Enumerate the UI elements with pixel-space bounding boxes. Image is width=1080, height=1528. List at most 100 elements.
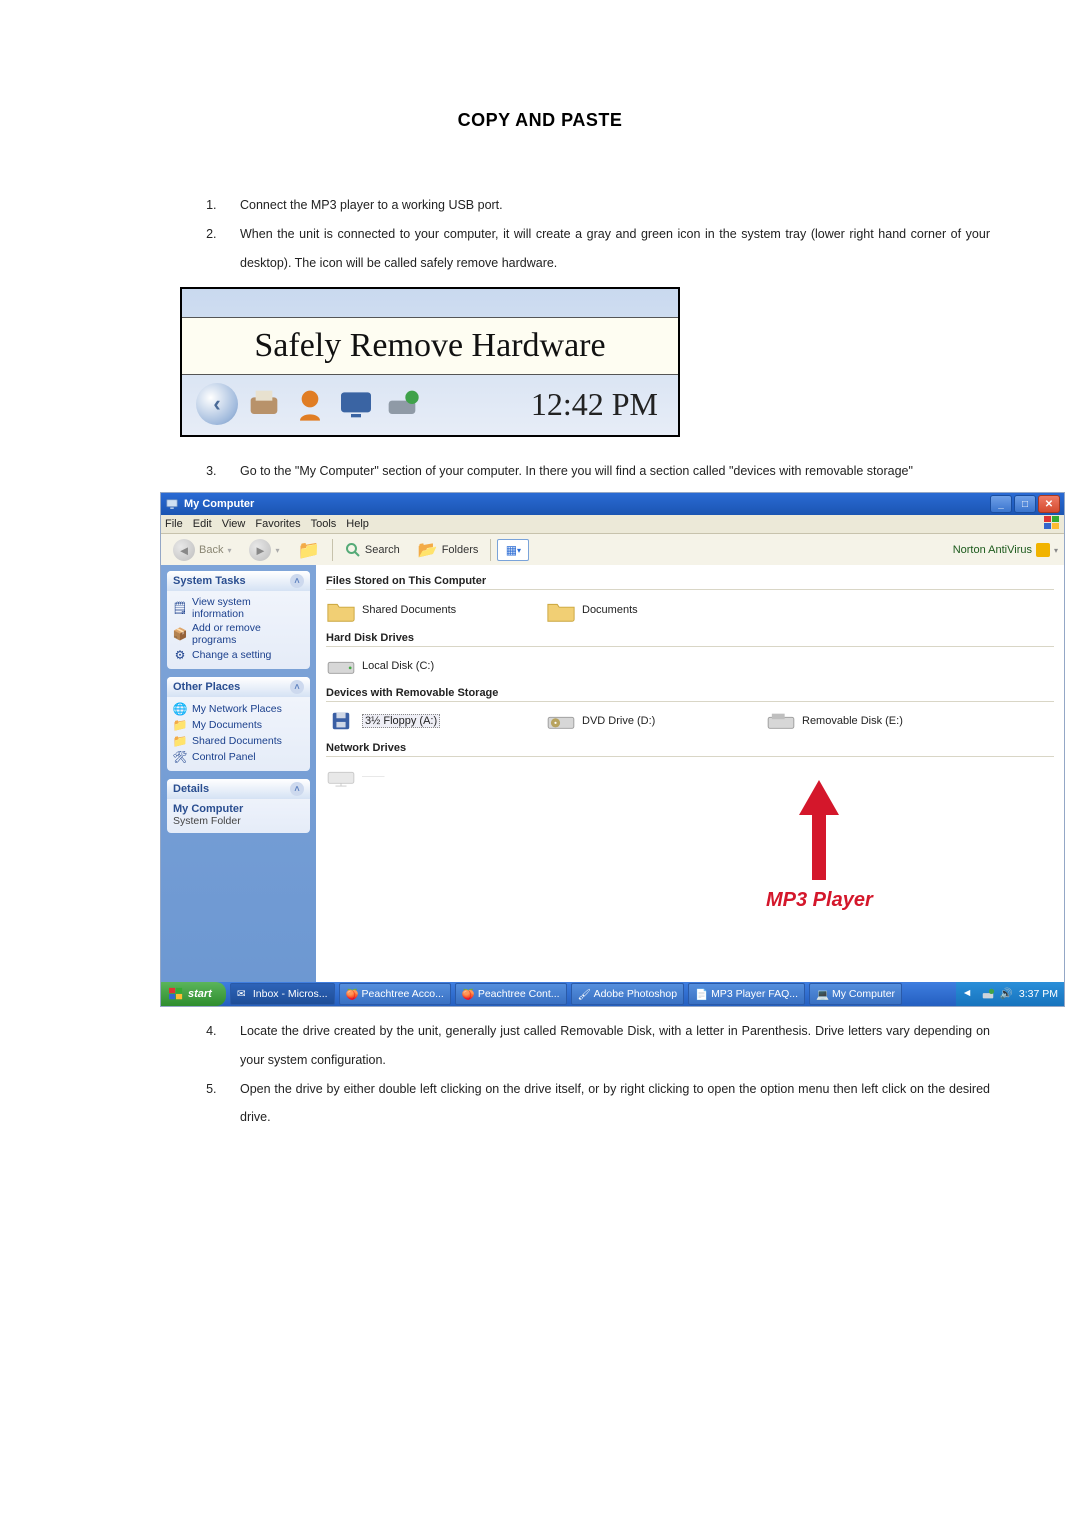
folder-icon: 📁 [173, 718, 187, 732]
chevron-up-icon[interactable]: ˄ [290, 574, 304, 588]
safely-remove-hardware-icon[interactable] [981, 987, 995, 1001]
taskbar-photoshop[interactable]: 🖌Adobe Photoshop [571, 983, 685, 1005]
menu-edit[interactable]: Edit [193, 518, 212, 530]
network-drive-icon [326, 765, 356, 787]
systray-screenshot: Safely Remove Hardware ‹ 12:42 PM [180, 287, 680, 437]
system-tasks-header: System Tasks [173, 575, 246, 587]
search-button[interactable]: Search [339, 540, 406, 560]
folder-icon: 📁 [173, 734, 187, 748]
info-icon: 🗒 [173, 601, 187, 615]
details-sub: System Folder [173, 815, 304, 827]
chevron-up-icon[interactable]: ˄ [290, 782, 304, 796]
mp3-player-label: MP3 Player [766, 889, 873, 912]
section-network-header: Network Drives [326, 742, 1054, 757]
mycomputer-screenshot: My Computer _ □ ✕ File Edit View Favorit… [160, 492, 1065, 1007]
item-dvd-d[interactable]: DVD Drive (D:) [546, 710, 706, 732]
sidebar: System Tasks ˄ 🗒View system information 📦… [161, 565, 316, 982]
network-icon: 🌐 [173, 702, 187, 716]
step-4: Locate the drive created by the unit, ge… [220, 1017, 990, 1075]
item-user-documents[interactable]: Documents [546, 598, 706, 622]
msn-icon[interactable] [290, 384, 330, 424]
app-icon: 🍑 [462, 988, 474, 1000]
tray-clock: 12:42 PM [531, 386, 658, 423]
start-button[interactable]: start [161, 982, 226, 1006]
taskbar-peachtree-cont[interactable]: 🍑Peachtree Cont... [455, 983, 567, 1005]
removable-disk-icon [766, 710, 796, 732]
windows-flag-icon [169, 987, 183, 1001]
maximize-button[interactable]: □ [1014, 495, 1036, 513]
folder-icon [326, 598, 356, 622]
other-places-header: Other Places [173, 681, 240, 693]
taskbar-tray: ◄ 🔊 3:37 PM [956, 982, 1064, 1006]
chevron-up-icon[interactable]: ˄ [290, 680, 304, 694]
close-button[interactable]: ✕ [1038, 495, 1060, 513]
link-change-setting[interactable]: ⚙Change a setting [173, 647, 304, 663]
printer-icon[interactable] [244, 384, 284, 424]
content-area: Files Stored on This Computer Shared Doc… [316, 565, 1064, 982]
folders-button[interactable]: 📂 Folders [412, 538, 485, 562]
menu-file[interactable]: File [165, 518, 183, 530]
tray-expand-icon[interactable]: ‹ [196, 383, 238, 425]
tray-chevron-icon[interactable]: ◄ [962, 987, 976, 1001]
step-5: Open the drive by either double left cli… [220, 1075, 990, 1133]
display-icon[interactable] [336, 384, 376, 424]
window-titlebar[interactable]: My Computer _ □ ✕ [161, 493, 1064, 515]
menu-favorites[interactable]: Favorites [255, 518, 300, 530]
up-button[interactable]: 📁 [292, 538, 326, 563]
link-add-remove[interactable]: 📦Add or remove programs [173, 621, 304, 647]
item-network-drive[interactable]: ⎯⎯⎯⎯⎯ [326, 765, 486, 787]
folders-icon: 📂 [418, 540, 438, 560]
taskbar: start ✉Inbox - Micros... 🍑Peachtree Acco… [161, 982, 1064, 1006]
item-shared-documents[interactable]: Shared Documents [326, 598, 486, 622]
taskbar-inbox[interactable]: ✉Inbox - Micros... [230, 983, 335, 1005]
menu-view[interactable]: View [222, 518, 246, 530]
instruction-list-4: Locate the drive created by the unit, ge… [90, 1017, 990, 1132]
norton-toolbar[interactable]: Norton AntiVirus ▾ [953, 543, 1058, 557]
mp3-player-annotation: MP3 Player [766, 775, 873, 912]
forward-button[interactable]: ►▾ [243, 537, 285, 563]
views-button[interactable]: ▦▾ [497, 539, 529, 561]
back-label: Back [199, 544, 223, 556]
link-system-info[interactable]: 🗒View system information [173, 595, 304, 621]
photoshop-icon: 🖌 [578, 988, 590, 1000]
taskbar-mycomputer[interactable]: 💻My Computer [809, 983, 902, 1005]
outlook-icon: ✉ [237, 988, 249, 1000]
forward-arrow-icon: ► [249, 539, 271, 561]
menu-tools[interactable]: Tools [311, 518, 337, 530]
section-files-header: Files Stored on This Computer [326, 575, 1054, 590]
step-3: Go to the "My Computer" section of your … [220, 457, 990, 486]
taskbar-peachtree-acco[interactable]: 🍑Peachtree Acco... [339, 983, 451, 1005]
settings-icon: ⚙ [173, 648, 187, 662]
step-2: When the unit is connected to your compu… [220, 220, 990, 278]
back-button[interactable]: ◄ Back ▾ [167, 537, 237, 563]
link-my-documents[interactable]: 📁My Documents [173, 717, 304, 733]
menu-help[interactable]: Help [346, 518, 369, 530]
window-title: My Computer [184, 498, 254, 510]
link-control-panel[interactable]: 🛠Control Panel [173, 749, 304, 765]
norton-label: Norton AntiVirus [953, 544, 1032, 556]
safely-remove-hardware-icon[interactable] [382, 384, 422, 424]
taskbar-clock: 3:37 PM [1019, 988, 1058, 1000]
windows-flag-icon [1044, 516, 1060, 533]
document-page: COPY AND PASTE Connect the MP3 player to… [0, 0, 1080, 1212]
search-label: Search [365, 544, 400, 556]
arrow-up-icon [794, 775, 844, 885]
mycomputer-icon: 💻 [816, 988, 828, 1000]
minimize-button[interactable]: _ [990, 495, 1012, 513]
item-floppy-a[interactable]: 3½ Floppy (A:) [326, 710, 486, 732]
app-icon: 🍑 [346, 988, 358, 1000]
control-panel-icon: 🛠 [173, 750, 187, 764]
panel-details: Details˄ My Computer System Folder [167, 779, 310, 833]
section-removable-header: Devices with Removable Storage [326, 687, 1054, 702]
systray-bar: ‹ 12:42 PM [182, 373, 678, 435]
item-local-disk-c[interactable]: Local Disk (C:) [326, 655, 486, 677]
volume-icon[interactable]: 🔊 [1000, 987, 1014, 1001]
floppy-icon [326, 710, 356, 732]
link-shared-documents[interactable]: 📁Shared Documents [173, 733, 304, 749]
item-removable-disk-e[interactable]: Removable Disk (E:) [766, 710, 926, 732]
taskbar-mp3faq[interactable]: 📄MP3 Player FAQ... [688, 983, 805, 1005]
link-network-places[interactable]: 🌐My Network Places [173, 701, 304, 717]
details-header: Details [173, 783, 209, 795]
norton-shield-icon [1036, 543, 1050, 557]
panel-other-places: Other Places ˄ 🌐My Network Places 📁My Doc… [167, 677, 310, 771]
